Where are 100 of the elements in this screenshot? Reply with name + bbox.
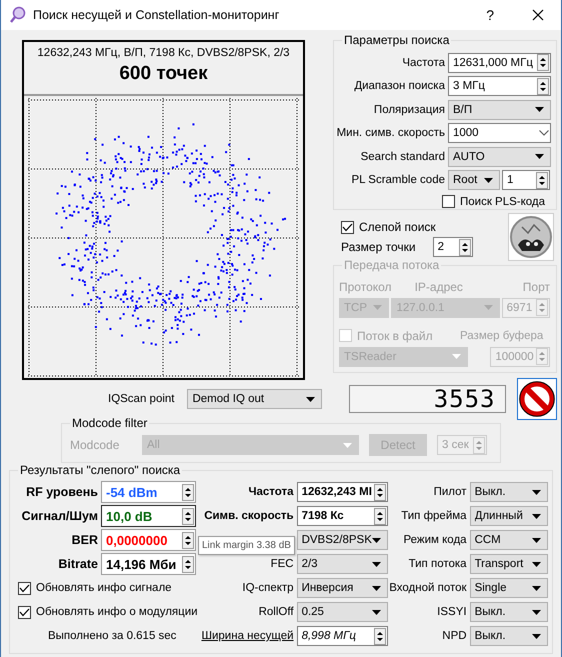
spin-button[interactable] — [182, 556, 194, 572]
group-title: Параметры поиска — [342, 33, 452, 47]
spin-button[interactable] — [374, 508, 386, 524]
help-button[interactable]: ? — [486, 7, 494, 23]
checkbox[interactable] — [341, 220, 354, 234]
spin-field[interactable]: 12632,243 МI — [296, 482, 388, 502]
field-label: Размер буфера — [460, 330, 544, 342]
point-count: 600 точек — [119, 63, 208, 86]
caret-icon — [532, 490, 541, 494]
checkbox-label: Обновлять инфо сигнале — [36, 582, 172, 594]
field-label: Входной поток — [388, 582, 468, 594]
close-icon[interactable] — [532, 9, 544, 21]
dropdown[interactable]: DVBS2/8PSK — [296, 530, 388, 550]
checkbox[interactable] — [18, 582, 31, 594]
field-label: Режим кода — [402, 534, 468, 546]
spin-button[interactable] — [458, 238, 471, 256]
spin-field[interactable]: 7198 Кс — [296, 506, 388, 526]
caret-icon — [532, 634, 541, 638]
caret-icon — [372, 610, 381, 614]
caret-icon — [532, 538, 541, 542]
spin-field[interactable]: 14,196 Мби — [101, 553, 196, 575]
spin-button[interactable] — [182, 508, 194, 524]
checkbox-label: Поиск PLS-кода — [460, 196, 546, 208]
app-icon — [9, 6, 27, 24]
spin-button[interactable] — [536, 172, 548, 189]
spin-button[interactable] — [537, 78, 549, 95]
checkbox-label: Слепой поиск — [359, 220, 436, 234]
dropdown[interactable]: 2/3 — [296, 554, 388, 574]
dropdown[interactable]: 0.25 — [296, 602, 388, 622]
spin-field[interactable]: 2 — [432, 237, 473, 257]
caret-icon — [372, 562, 381, 566]
field-value: -54 dBm — [106, 484, 158, 500]
dropdown[interactable]: Инверсия — [296, 578, 388, 598]
signal-info: 12632,243 МГц, В/П, 7198 Кс, DVBS2/8PSK, 2/3 — [37, 47, 290, 59]
field-label: Протокол — [339, 280, 393, 294]
spin-field[interactable]: 3 МГц — [448, 76, 551, 96]
dropdown[interactable]: Выкл. — [470, 626, 548, 646]
stop-icon — [519, 381, 556, 417]
checkbox[interactable] — [18, 606, 31, 618]
link-margin-tooltip: Link margin 3.38 dB — [198, 536, 295, 555]
dropdown[interactable]: Root — [448, 170, 500, 190]
spin-field[interactable]: -54 dBm — [101, 481, 196, 503]
caret-icon — [484, 305, 493, 310]
field-label: IP-адрес — [414, 280, 464, 294]
dropdown[interactable]: Single — [470, 578, 548, 598]
dropdown[interactable]: В/П — [448, 100, 551, 120]
checkbox[interactable] — [442, 195, 455, 208]
field-label: FEC — [270, 558, 295, 570]
dropdown[interactable]: 1000 — [448, 123, 551, 144]
spin-button[interactable] — [374, 484, 386, 500]
link[interactable]: Ширина несущей — [198, 630, 297, 642]
spin-button[interactable] — [537, 54, 549, 72]
field-label: RollOff — [258, 606, 295, 618]
stop-button[interactable] — [517, 378, 558, 420]
spin-button[interactable] — [374, 628, 386, 644]
status-text: Выполнено за 0.615 sec — [48, 630, 176, 642]
field-label: Search standard — [360, 150, 446, 163]
field-value: 10,0 dB — [106, 508, 154, 524]
field-label: Порт — [522, 280, 550, 294]
dropdown[interactable]: Длинный — [470, 506, 548, 526]
spin-button[interactable] — [182, 532, 194, 548]
spin-button[interactable] — [182, 484, 194, 500]
spin-field[interactable]: 1 — [502, 170, 550, 190]
field-label: Поляризация — [372, 104, 446, 116]
group-title: Передача потока — [342, 258, 442, 272]
dropdown[interactable]: Выкл. — [470, 602, 548, 622]
caret-icon — [372, 538, 381, 542]
field-label: Симв. скорость — [203, 510, 295, 522]
counter-display: 3553 — [349, 385, 506, 413]
checkbox-label: Поток в файл — [357, 328, 434, 342]
field-label: IQScan point — [108, 393, 174, 405]
field-label: Частота — [247, 486, 295, 498]
dropdown[interactable]: AUTO — [448, 146, 551, 167]
caret-icon — [306, 396, 316, 402]
field-value: 14,196 Мби — [106, 556, 178, 572]
dropdown[interactable]: CCM — [470, 530, 548, 550]
caret-icon — [372, 586, 381, 590]
field-label: Тип потока — [408, 558, 468, 570]
field-label: BER — [70, 533, 99, 547]
caret-icon — [343, 442, 352, 448]
field-label: Размер точки — [341, 240, 416, 254]
dropdown[interactable]: Выкл. — [470, 482, 548, 502]
spin-field[interactable]: 0,0000000 — [101, 529, 196, 551]
field-label: Bitrate — [57, 557, 99, 571]
spin-field[interactable]: 12631,000 МГц — [448, 52, 551, 73]
field-label: Сигнал/Шум — [20, 509, 99, 523]
caret-icon — [532, 562, 541, 566]
spin-field[interactable]: 10,0 dB — [101, 505, 196, 527]
group-title: Результаты "слепого" поиска — [18, 463, 182, 477]
chevron-icon — [539, 130, 549, 136]
caret-icon — [532, 610, 541, 614]
dropdown[interactable]: Demod IQ out — [187, 389, 322, 409]
spin-field[interactable]: 8,998 МГц — [296, 626, 388, 646]
dropdown[interactable]: Transport — [470, 554, 548, 574]
field-label: IQ-спектр — [241, 582, 295, 594]
field-value: 0,0000000 — [106, 532, 168, 548]
field-label: Частота — [401, 56, 446, 69]
field-label: PL Scramble code — [350, 174, 446, 186]
field-label: Тип фрейма — [400, 510, 468, 522]
field-label: Пилот — [432, 486, 468, 498]
